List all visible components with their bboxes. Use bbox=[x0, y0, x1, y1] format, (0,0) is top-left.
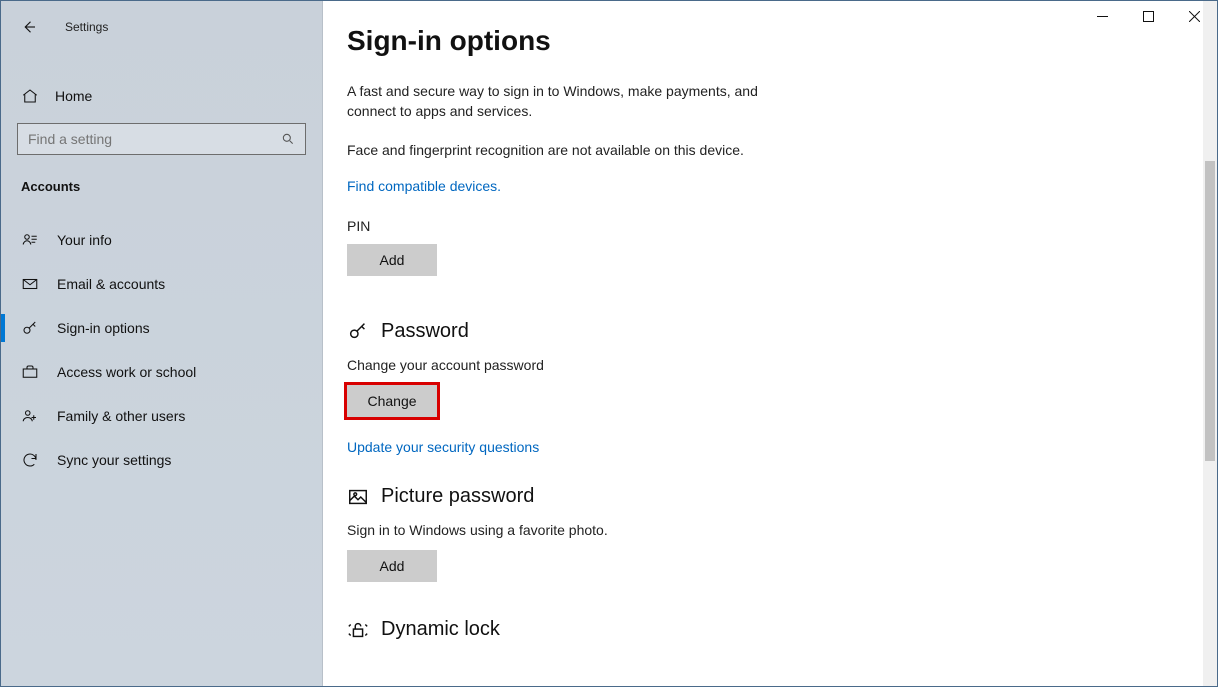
briefcase-icon bbox=[21, 363, 39, 381]
settings-window: Settings Home Accounts Your info bbox=[0, 0, 1218, 687]
scrollbar-thumb[interactable] bbox=[1205, 161, 1215, 461]
home-icon bbox=[21, 87, 39, 105]
search-input[interactable] bbox=[28, 131, 281, 147]
key-icon bbox=[21, 319, 39, 337]
intro-text: A fast and secure way to sign in to Wind… bbox=[347, 81, 767, 122]
app-title: Settings bbox=[65, 20, 108, 34]
nav-email-accounts[interactable]: Email & accounts bbox=[1, 262, 322, 306]
nav-label: Access work or school bbox=[57, 364, 196, 380]
search-wrap bbox=[1, 113, 322, 161]
sync-icon bbox=[21, 451, 39, 469]
category-title: Accounts bbox=[1, 161, 322, 202]
minimize-icon bbox=[1097, 11, 1108, 22]
dynamic-title: Dynamic lock bbox=[381, 618, 500, 641]
picture-section-head: Picture password bbox=[347, 485, 923, 508]
dynamic-lock-icon bbox=[347, 619, 369, 641]
update-security-questions-link[interactable]: Update your security questions bbox=[347, 439, 539, 455]
main-column: Sign-in options A fast and secure way to… bbox=[323, 1, 923, 686]
search-icon bbox=[281, 132, 295, 146]
nav-label: Email & accounts bbox=[57, 276, 165, 292]
pin-label: PIN bbox=[347, 218, 923, 234]
content-area: Sign-in options A fast and secure way to… bbox=[323, 1, 1217, 686]
password-change-button[interactable]: Change bbox=[347, 385, 437, 417]
people-icon bbox=[21, 407, 39, 425]
nav-label: Sync your settings bbox=[57, 452, 171, 468]
picture-desc: Sign in to Windows using a favorite phot… bbox=[347, 520, 767, 540]
search-box[interactable] bbox=[17, 123, 306, 155]
pin-add-button[interactable]: Add bbox=[347, 244, 437, 276]
picture-add-button[interactable]: Add bbox=[347, 550, 437, 582]
nav-family-users[interactable]: Family & other users bbox=[1, 394, 322, 438]
back-button[interactable] bbox=[17, 15, 41, 39]
mail-icon bbox=[21, 275, 39, 293]
home-label: Home bbox=[55, 88, 92, 104]
close-icon bbox=[1189, 11, 1200, 22]
page-title: Sign-in options bbox=[347, 25, 923, 57]
maximize-button[interactable] bbox=[1125, 1, 1171, 31]
arrow-left-icon bbox=[20, 18, 38, 36]
password-title: Password bbox=[381, 320, 469, 343]
maximize-icon bbox=[1143, 11, 1154, 22]
dynamic-section-head: Dynamic lock bbox=[347, 618, 923, 641]
password-section-head: Password bbox=[347, 320, 923, 343]
nav-sync-settings[interactable]: Sync your settings bbox=[1, 438, 322, 482]
sidebar-top: Settings bbox=[1, 9, 322, 45]
nav-label: Sign-in options bbox=[57, 320, 150, 336]
nav-label: Family & other users bbox=[57, 408, 185, 424]
picture-title: Picture password bbox=[381, 485, 534, 508]
password-desc: Change your account password bbox=[347, 355, 767, 375]
person-card-icon bbox=[21, 231, 39, 249]
scrollbar-track[interactable] bbox=[1203, 1, 1217, 686]
find-devices-link[interactable]: Find compatible devices. bbox=[347, 178, 501, 194]
home-nav[interactable]: Home bbox=[1, 75, 322, 113]
key-icon bbox=[347, 320, 369, 342]
nav-your-info[interactable]: Your info bbox=[1, 218, 322, 262]
sidebar: Settings Home Accounts Your info bbox=[1, 1, 323, 686]
availability-text: Face and fingerprint recognition are not… bbox=[347, 140, 767, 160]
window-controls bbox=[1079, 1, 1217, 31]
picture-icon bbox=[347, 486, 369, 508]
nav-list: Your info Email & accounts Sign-in optio… bbox=[1, 218, 322, 482]
nav-label: Your info bbox=[57, 232, 112, 248]
minimize-button[interactable] bbox=[1079, 1, 1125, 31]
nav-access-work-school[interactable]: Access work or school bbox=[1, 350, 322, 394]
nav-signin-options[interactable]: Sign-in options bbox=[1, 306, 322, 350]
